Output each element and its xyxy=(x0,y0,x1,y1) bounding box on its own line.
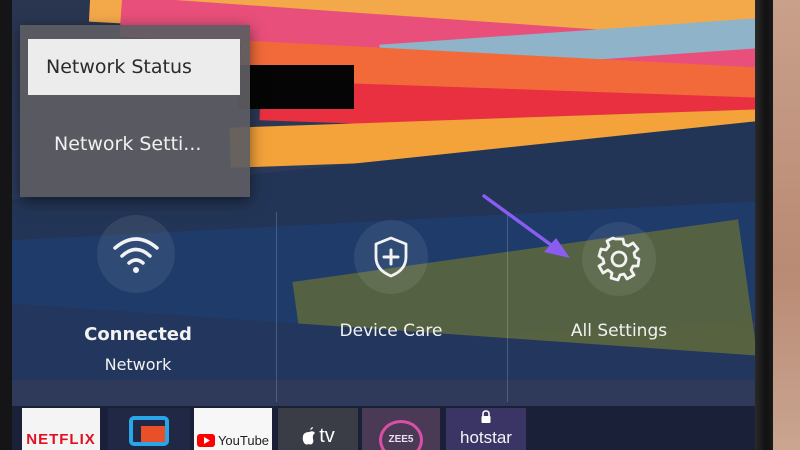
app-tile-zee5[interactable]: ZEE5 xyxy=(362,408,440,450)
menu-item-network-status[interactable]: Network Status xyxy=(28,39,240,95)
all-settings-tile-title: All Settings xyxy=(570,321,668,341)
pointer-arrow-icon xyxy=(482,194,570,258)
left-bezel xyxy=(0,0,12,450)
tile-divider xyxy=(276,212,277,402)
network-tile-subtitle: Network xyxy=(104,355,172,374)
app-tile-hotstar[interactable]: hotstar xyxy=(446,408,526,450)
hotstar-icon: hotstar xyxy=(460,428,512,447)
app-tile-apple-tv[interactable]: tv xyxy=(278,408,358,450)
app-tile-youtube[interactable]: YouTube xyxy=(194,408,272,450)
lock-icon xyxy=(481,410,491,423)
redaction-box xyxy=(238,65,354,109)
device-care-tile-title: Device Care xyxy=(339,321,443,341)
app-tile-cast[interactable] xyxy=(108,408,190,450)
network-popup-menu: Network Status Network Setti... xyxy=(20,25,250,197)
zee5-label: ZEE5 xyxy=(388,433,414,445)
tv-bezel xyxy=(755,0,773,450)
menu-item-label: Network Status xyxy=(46,56,192,78)
shield-plus-icon xyxy=(354,220,428,294)
youtube-label: YouTube xyxy=(217,433,270,448)
wifi-icon xyxy=(97,215,175,293)
youtube-icon xyxy=(196,434,215,447)
menu-item-network-settings[interactable]: Network Setti... xyxy=(28,119,240,169)
apple-tv-label: tv xyxy=(319,425,335,447)
youtube-logo: YouTube xyxy=(196,433,270,450)
zee5-icon: ZEE5 xyxy=(379,420,423,450)
tv-screen: Network Status Network Setti... Connecte… xyxy=(0,0,762,450)
apple-tv-logo: tv xyxy=(301,425,335,450)
cast-icon xyxy=(129,416,169,446)
apple-tv-icon xyxy=(302,427,316,445)
netflix-icon: NETFLIX xyxy=(26,431,96,448)
network-tile-title: Connected xyxy=(84,324,192,345)
app-tile-netflix[interactable]: NETFLIX xyxy=(22,408,100,450)
background-wall xyxy=(773,0,800,450)
gear-icon xyxy=(582,222,656,296)
menu-item-label: Network Setti... xyxy=(54,133,202,155)
